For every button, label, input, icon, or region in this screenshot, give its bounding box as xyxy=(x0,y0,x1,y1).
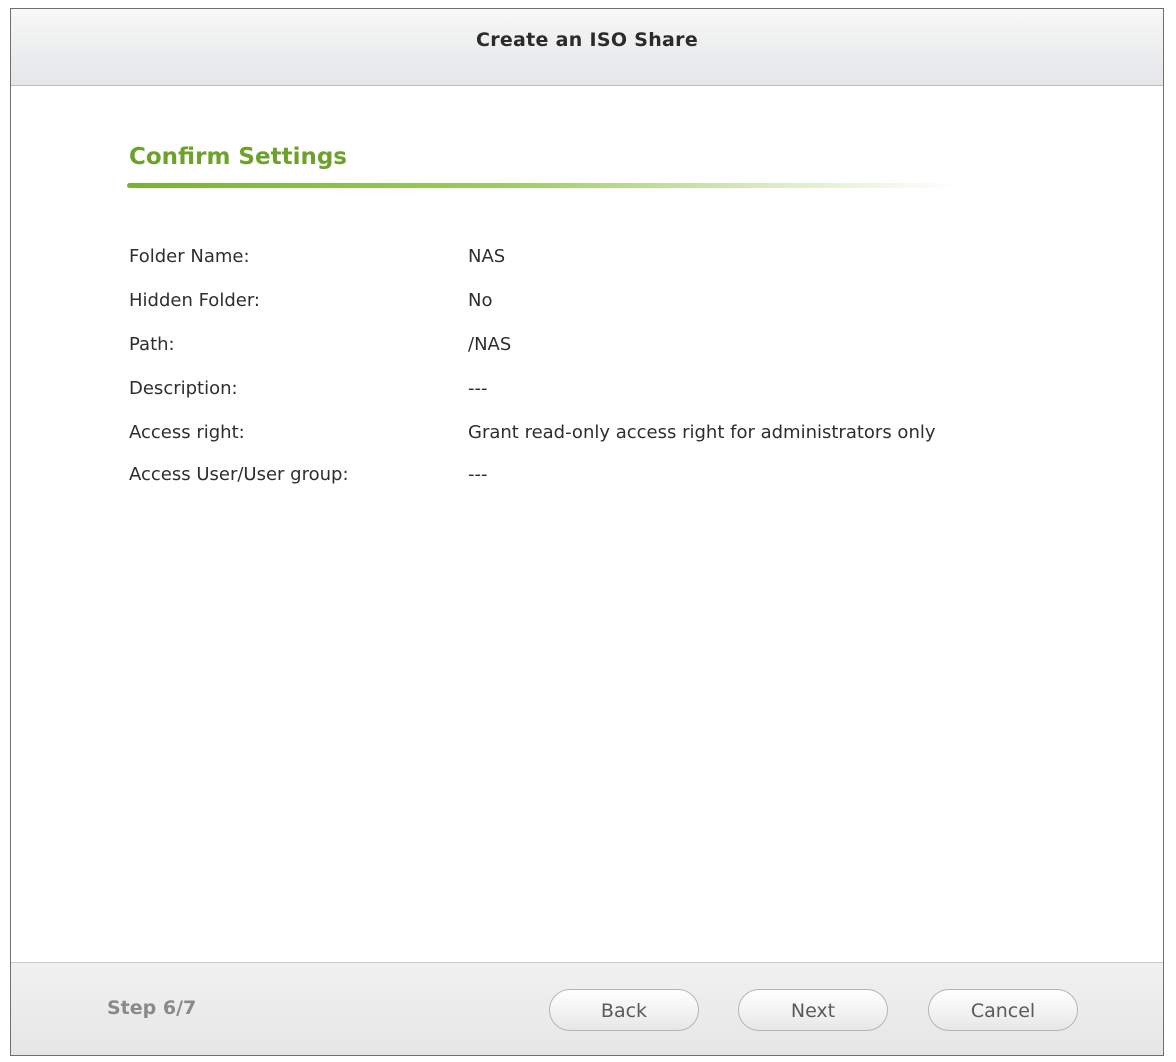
section-title: Confirm Settings xyxy=(129,144,347,170)
setting-label: Access User/User group: xyxy=(129,464,349,485)
setting-label: Access right: xyxy=(129,422,245,443)
setting-row-path: Path: /NAS xyxy=(129,334,1089,356)
next-button[interactable]: Next xyxy=(738,989,888,1031)
setting-label: Path: xyxy=(129,334,175,355)
section-divider xyxy=(127,183,957,188)
setting-value: --- xyxy=(468,464,488,485)
cancel-button[interactable]: Cancel xyxy=(928,989,1078,1031)
setting-row-access-user-group: Access User/User group: --- xyxy=(129,464,1089,486)
setting-label: Folder Name: xyxy=(129,246,250,267)
setting-value: Grant read-only access right for adminis… xyxy=(468,422,936,443)
step-indicator: Step 6/7 xyxy=(107,997,197,1019)
setting-row-folder-name: Folder Name: NAS xyxy=(129,246,1089,268)
setting-row-hidden-folder: Hidden Folder: No xyxy=(129,290,1089,312)
settings-summary: Folder Name: NAS Hidden Folder: No Path:… xyxy=(129,246,1089,486)
setting-row-access-right: Access right: Grant read-only access rig… xyxy=(129,422,1089,444)
dialog-content: Confirm Settings Folder Name: NAS Hidden… xyxy=(11,86,1163,962)
setting-label: Description: xyxy=(129,378,238,399)
create-iso-share-dialog: Create an ISO Share Confirm Settings Fol… xyxy=(10,8,1164,1056)
setting-value: No xyxy=(468,290,493,311)
setting-value: --- xyxy=(468,378,488,399)
setting-row-description: Description: --- xyxy=(129,378,1089,400)
back-button[interactable]: Back xyxy=(549,989,699,1031)
setting-value: NAS xyxy=(468,246,506,267)
setting-label: Hidden Folder: xyxy=(129,290,260,311)
dialog-footer: Step 6/7 Back Next Cancel xyxy=(11,962,1163,1055)
dialog-title: Create an ISO Share xyxy=(475,29,699,51)
setting-value: /NAS xyxy=(468,334,512,355)
dialog-titlebar[interactable]: Create an ISO Share xyxy=(11,9,1163,86)
